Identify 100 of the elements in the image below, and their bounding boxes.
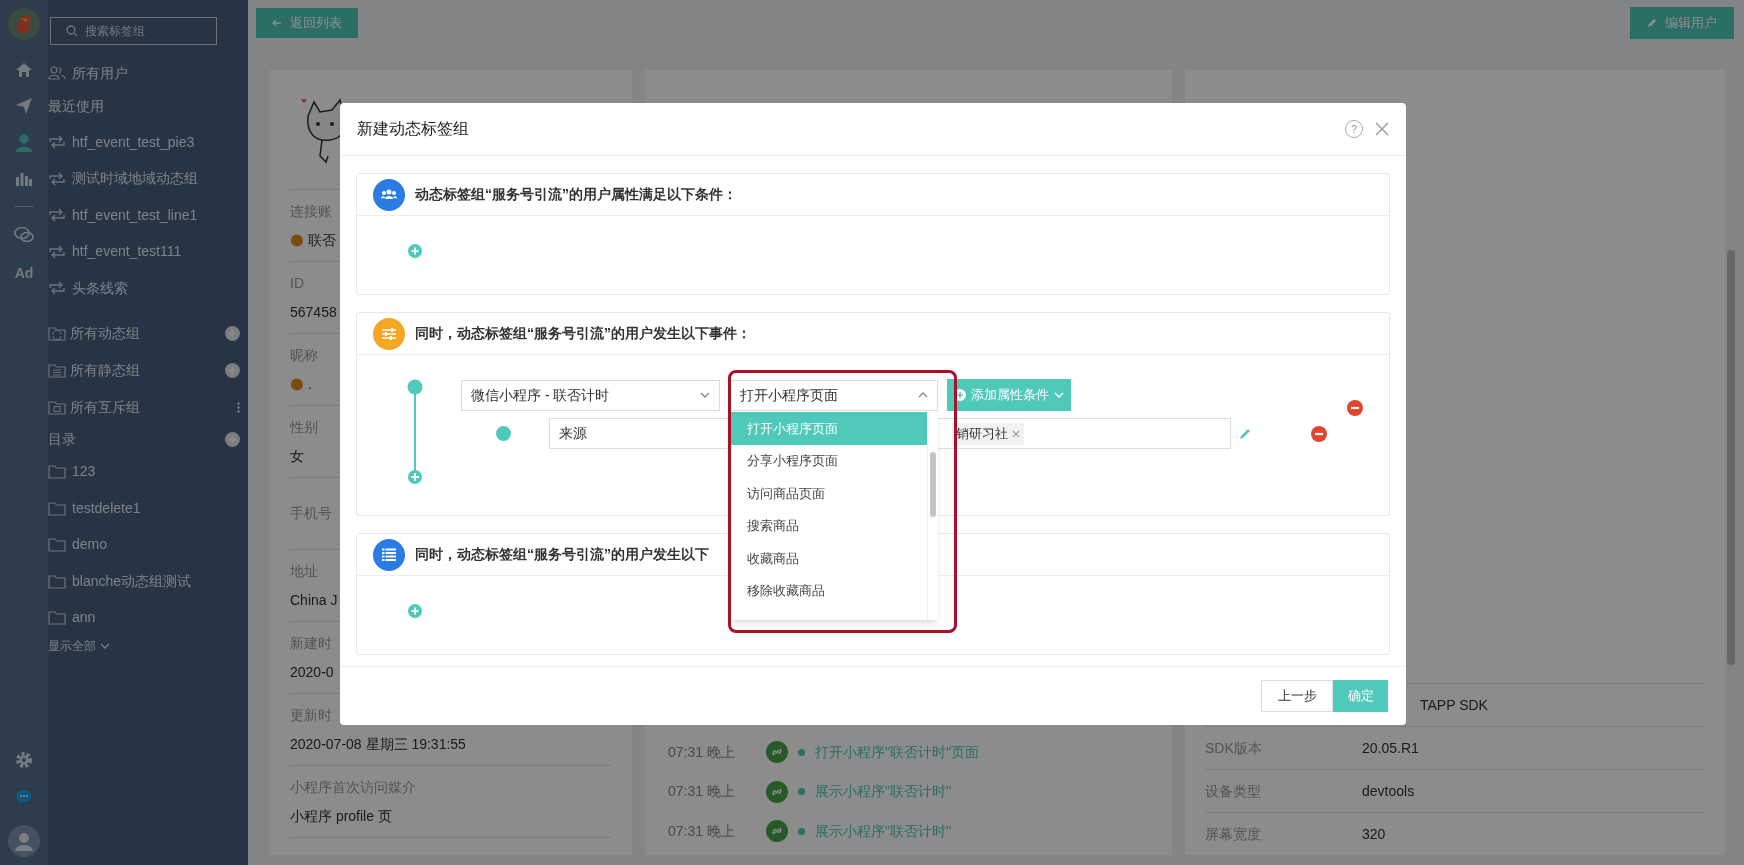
field-value: China J xyxy=(290,590,338,610)
more-icon[interactable] xyxy=(237,401,240,413)
repeat-icon xyxy=(48,208,66,223)
section-title: 同时，动态标签组“服务号引流”的用户发生以下 xyxy=(415,545,709,564)
recent-group-item[interactable]: htf_event_test111 xyxy=(72,241,182,263)
home-icon[interactable] xyxy=(15,62,33,78)
scrollbar[interactable] xyxy=(1727,250,1735,665)
remove-icon[interactable] xyxy=(1347,400,1363,416)
modal-title: 新建动态标签组 xyxy=(357,119,470,139)
show-all-link[interactable]: 显示全部 xyxy=(48,636,248,656)
ad-link[interactable]: Ad xyxy=(14,263,34,284)
folder-icon xyxy=(48,537,66,553)
link-icon xyxy=(766,780,788,803)
info-value: 20.05.R1 xyxy=(1362,738,1419,758)
folder-item[interactable]: blanche动态组测试 xyxy=(72,570,192,592)
pencil-icon xyxy=(1647,18,1657,28)
field-value: 567458 xyxy=(290,302,337,322)
users-icon xyxy=(48,66,66,80)
field-value: 2020-07-08 星期三 19:31:55 xyxy=(290,734,466,754)
timeline-dot xyxy=(798,748,805,756)
avatar-icon[interactable] xyxy=(8,825,40,857)
add-icon[interactable] xyxy=(954,389,966,401)
section-title: 动态标签组“服务号引流”的用户属性满足以下条件： xyxy=(415,185,737,204)
field-value: 女 xyxy=(290,446,304,466)
chat-bubble-icon[interactable] xyxy=(15,789,33,805)
field-value: 联否 xyxy=(308,230,336,250)
timeline-dot xyxy=(798,788,805,796)
chevron-up-icon xyxy=(918,392,928,398)
folder-icon xyxy=(48,573,66,589)
add-icon[interactable] xyxy=(225,325,240,341)
back-button[interactable]: 返回列表 xyxy=(256,8,358,38)
close-icon[interactable] xyxy=(1375,122,1389,136)
repeat-icon xyxy=(48,171,66,186)
field-label: 手机号 xyxy=(290,504,332,523)
info-value: 320 xyxy=(1362,824,1386,844)
confirm-button[interactable]: 确定 xyxy=(1333,680,1388,712)
folder-item[interactable]: demo xyxy=(72,534,108,556)
directory-heading: 目录 xyxy=(48,430,77,449)
event-link[interactable]: 展示小程序"联否计时" xyxy=(815,820,951,842)
group-folder-item[interactable]: 所有动态组 xyxy=(70,322,221,344)
field-label: ID xyxy=(290,273,304,293)
pencil-icon[interactable] xyxy=(1239,427,1251,440)
paper-plane-icon[interactable] xyxy=(15,97,33,115)
source-select[interactable]: 微信小程序 - 联否计时 xyxy=(461,379,720,411)
folder-icon xyxy=(48,464,66,480)
info-value: TAPP SDK xyxy=(1420,695,1488,715)
search-icon xyxy=(66,25,78,37)
add-icon[interactable] xyxy=(225,362,240,378)
remove-icon[interactable] xyxy=(1311,425,1327,442)
repeat-icon xyxy=(48,135,66,150)
list-icon xyxy=(373,538,405,571)
folder-icon xyxy=(48,362,66,378)
timeline-dot xyxy=(798,827,805,835)
info-label: SDK版本 xyxy=(1205,738,1263,758)
close-icon[interactable] xyxy=(1012,429,1020,438)
folder-icon xyxy=(48,325,66,341)
folder-item[interactable]: ann xyxy=(72,607,96,629)
group-folder-item[interactable]: 所有静态组 xyxy=(70,359,221,381)
recent-group-item[interactable]: htf_event_test_line1 xyxy=(72,204,198,226)
repeat-icon xyxy=(48,244,66,259)
info-value: devtools xyxy=(1362,781,1415,801)
dropdown-option[interactable]: 打开小程序页面 xyxy=(731,412,927,445)
previous-step-button[interactable]: 上一步 xyxy=(1261,680,1333,712)
arrow-left-icon xyxy=(272,19,282,27)
chevron-down-icon xyxy=(700,392,710,398)
all-users-link[interactable]: 所有用户 xyxy=(72,62,128,84)
event-link[interactable]: 打开小程序"联否计时"页面 xyxy=(815,741,979,763)
chevron-down-icon xyxy=(100,643,110,649)
link-icon xyxy=(766,820,788,843)
property-select[interactable]: 来源 xyxy=(549,418,729,449)
add-property-button[interactable]: 添加属性条件 xyxy=(947,379,1071,411)
folder-item[interactable]: 123 xyxy=(72,461,96,483)
group-folder-item[interactable]: 所有互斥组 xyxy=(70,396,233,418)
event-link[interactable]: 展示小程序"联否计时" xyxy=(815,781,951,803)
scrollbar[interactable] xyxy=(930,452,936,517)
folder-icon xyxy=(48,500,66,516)
folder-item[interactable]: testdelete1 xyxy=(72,497,141,519)
field-value: . xyxy=(308,374,312,394)
edit-user-button[interactable]: 编辑用户 xyxy=(1630,7,1734,39)
section-title: 同时，动态标签组“服务号引流”的用户发生以下事件： xyxy=(415,324,751,343)
link-icon xyxy=(766,741,788,764)
chat-icon[interactable] xyxy=(14,226,34,244)
folder-icon xyxy=(48,610,66,626)
recent-group-item[interactable]: htf_event_test_pie3 xyxy=(72,131,195,153)
recent-heading: 最近使用 xyxy=(48,96,105,116)
add-icon[interactable] xyxy=(225,432,240,447)
folder-icon xyxy=(48,399,66,415)
field-value: 2020-0 xyxy=(290,662,334,682)
people-icon xyxy=(373,178,405,211)
settings-icon[interactable] xyxy=(15,751,33,769)
chevron-down-icon xyxy=(1054,392,1064,398)
recent-group-item[interactable]: 测试时域地域动态组 xyxy=(72,168,198,190)
sliders-icon xyxy=(373,317,405,350)
bar-chart-icon[interactable] xyxy=(15,171,33,187)
search-field[interactable]: 搜索标签组 xyxy=(50,17,217,45)
repeat-icon xyxy=(48,281,66,296)
condition-dot xyxy=(496,426,511,441)
user-icon[interactable] xyxy=(16,134,32,152)
recent-group-item[interactable]: 头条线索 xyxy=(72,277,128,299)
field-value: 小程序 profile 页 xyxy=(290,806,392,826)
